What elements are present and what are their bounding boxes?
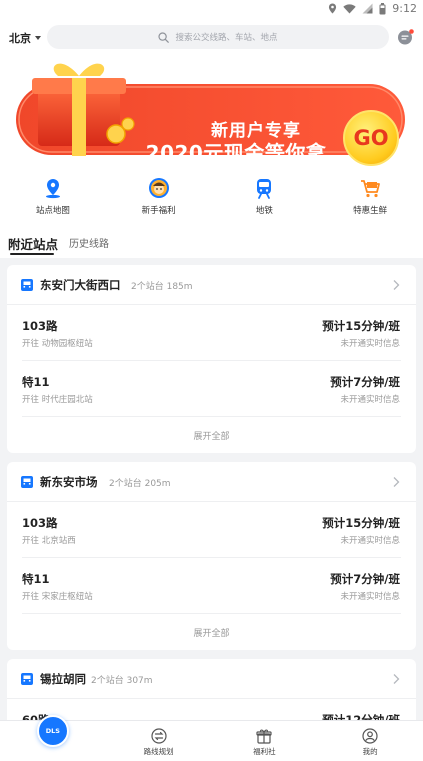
bus-icon [21,279,33,291]
search-box[interactable]: 搜索公交线路、车站、地点 [47,25,389,49]
search-placeholder: 搜索公交线路、车站、地点 [175,33,278,43]
route-realtime-status: 未开通实时信息 [340,536,400,546]
gift-icon [256,729,272,744]
nav-route-planning[interactable]: 路线规划 [106,721,212,761]
stop-meta: 2个站台 307m [91,676,153,686]
quick-link-subway[interactable]: 地铁 [212,169,318,225]
route-row[interactable]: 103路 开往 动物园枢纽站 预计15分钟/班 未开通实时信息 [22,305,401,361]
quick-link-label: 地铁 [255,206,273,216]
route-name: 特11 [22,572,50,586]
stop-card: 锡拉胡同 2个站台 307m 60路 预计12分钟/班 [7,659,416,729]
status-bar: 9:12 [0,0,423,17]
route-name: 103路 [22,319,58,333]
promo-banner-area: 新用户专享 2020元现金等你拿 GO [0,61,423,169]
chevron-right-icon [393,280,400,290]
route-realtime-status: 未开通实时信息 [340,592,400,602]
location-icon [329,3,337,14]
bottom-nav: DLS 路线规划 福利社 我的 [0,715,423,761]
quick-link-newbie-gift[interactable]: 新手福利 [106,169,212,225]
nav-label: 我的 [362,747,378,756]
quick-link-fresh-deals[interactable]: 特惠生鲜 [317,169,423,225]
nav-home[interactable]: DLS [0,715,106,761]
quick-link-label: 站点地图 [35,206,70,216]
route-eta: 预计15分钟/班 [322,516,400,530]
wifi-icon [343,3,356,13]
route-name: 特11 [22,375,50,389]
chevron-right-icon [393,477,400,487]
banner-go-button[interactable]: GO [343,110,399,166]
search-icon [158,31,170,43]
nav-welfare[interactable]: 福利社 [212,721,318,761]
route-realtime-status: 未开通实时信息 [340,395,400,405]
stop-card-header[interactable]: 锡拉胡同 2个站台 307m [7,659,416,699]
quick-links: 站点地图 新手福利 地铁 特惠生鲜 [0,169,423,225]
promo-banner[interactable]: 新用户专享 2020元现金等你拿 GO [16,63,405,166]
expand-all-button[interactable]: 展开全部 [7,614,416,650]
chevron-right-icon [393,674,400,684]
nav-label: 路线规划 [143,747,174,756]
route-eta: 预计15分钟/班 [322,319,400,333]
stop-name: 锡拉胡同 [40,672,86,686]
message-button[interactable] [397,28,415,46]
quick-link-station-map[interactable]: 站点地图 [0,169,106,225]
route-destination: 开往 宋家庄枢纽站 [22,592,93,602]
stop-name: 新东安市场 [40,475,98,489]
status-icons: 9:12 [328,1,417,16]
route-destination: 开往 动物园枢纽站 [22,339,93,349]
stop-card: 东安门大街西口 2个站台 185m 103路 开往 动物园枢纽站 预计15分钟/… [7,265,416,453]
route-destination: 开往 时代庄园北站 [22,395,93,405]
route-row[interactable]: 103路 开往 北京站西 预计15分钟/班 未开通实时信息 [22,502,401,558]
signal-icon [362,3,373,14]
quick-link-label: 特惠生鲜 [353,206,388,216]
tab-nearby-stops[interactable]: 附近站点 [8,234,58,253]
message-icon [398,29,414,45]
stop-meta: 2个站台 205m [109,479,171,489]
caret-down-icon [35,36,41,40]
tab-active-indicator [10,253,54,255]
nav-me[interactable]: 我的 [317,721,423,761]
bus-icon [21,673,33,685]
city-selector[interactable]: 北京 [9,30,41,46]
banner-subheadline: 2020元现金等你拿 [145,141,327,165]
quick-link-label: 新手福利 [141,206,176,216]
stop-name: 东安门大街西口 [40,278,121,292]
battery-icon [379,2,386,14]
nav-label: 福利社 [253,747,276,756]
stop-card: 新东安市场 2个站台 205m 103路 开往 北京站西 预计15分钟/班 未开… [7,462,416,650]
stop-meta: 2个站台 185m [131,282,193,292]
home-button[interactable]: DLS [36,715,69,747]
bus-icon [21,476,33,488]
newbie-gift-icon [148,178,169,198]
route-row[interactable]: 特11 开往 宋家庄枢纽站 预计7分钟/班 未开通实时信息 [22,558,401,614]
expand-all-button[interactable]: 展开全部 [7,417,416,453]
subway-icon [257,179,272,199]
stop-card-header[interactable]: 东安门大街西口 2个站台 185m [7,265,416,305]
route-planning-icon [151,728,167,744]
city-label: 北京 [9,32,31,45]
user-icon [362,728,378,744]
route-name: 103路 [22,516,58,530]
tab-history-routes[interactable]: 历史线路 [69,235,109,250]
route-eta: 预计7分钟/班 [330,572,400,586]
stop-card-header[interactable]: 新东安市场 2个站台 205m [7,462,416,502]
home-badge: DLS [45,727,60,735]
map-pin-icon [45,179,60,199]
status-time: 9:12 [392,2,417,15]
top-bar: 北京 搜索公交线路、车站、地点 [0,17,423,61]
station-tabs: 附近站点 历史线路 [0,225,423,258]
route-eta: 预计7分钟/班 [330,375,400,389]
route-destination: 开往 北京站西 [22,536,76,546]
shopping-cart-icon [361,180,381,198]
route-row[interactable]: 特11 开往 时代庄园北站 预计7分钟/班 未开通实时信息 [22,361,401,417]
route-realtime-status: 未开通实时信息 [340,339,400,349]
